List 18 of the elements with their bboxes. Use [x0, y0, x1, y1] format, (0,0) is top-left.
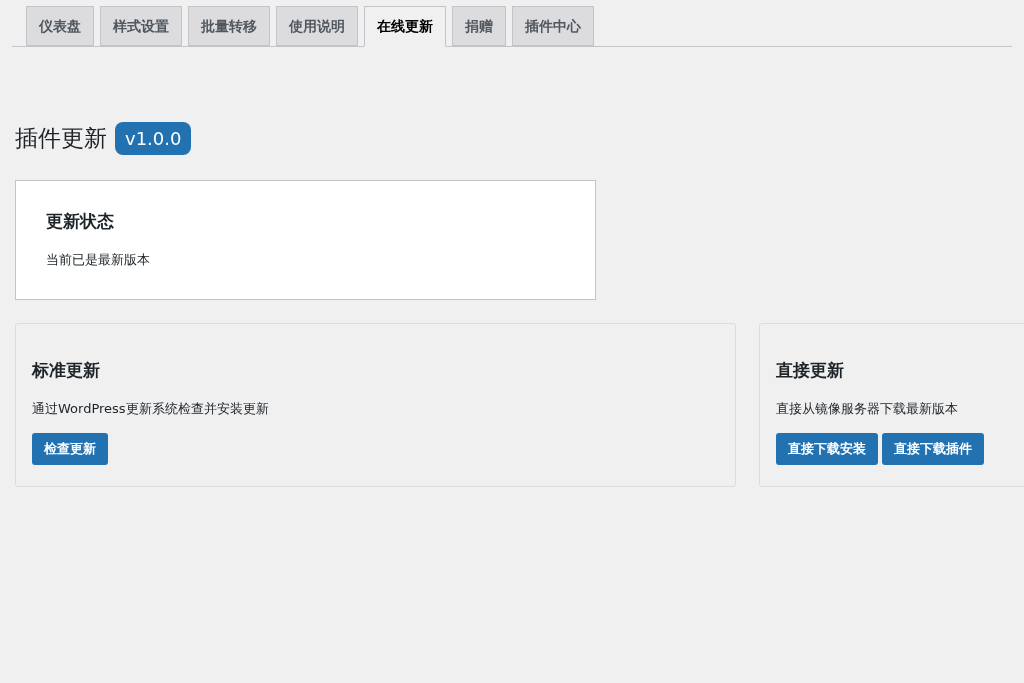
card-title: 标准更新: [32, 358, 101, 382]
tab[interactable]: 插件中心: [512, 6, 594, 46]
page-title: 插件更新: [15, 124, 107, 153]
tab[interactable]: 仪表盘: [26, 6, 94, 46]
card-description: 直接从镜像服务器下载最新版本: [776, 400, 959, 418]
tab[interactable]: 在线更新: [364, 6, 446, 47]
tab[interactable]: 批量转移: [188, 6, 270, 46]
tab[interactable]: 捐赠: [452, 6, 506, 46]
update-button[interactable]: 直接下载安装: [776, 432, 878, 465]
status-text: 当前已是最新版本: [46, 251, 151, 269]
version-badge: v1.0.0: [115, 121, 192, 155]
card-description: 通过WordPress更新系统检查并安装更新: [32, 400, 270, 418]
update-button[interactable]: 直接下载插件: [882, 432, 984, 465]
card-title: 更新状态: [46, 209, 115, 233]
card-title: 直接更新: [776, 358, 845, 382]
update-button[interactable]: 检查更新: [32, 432, 108, 465]
tab[interactable]: 样式设置: [100, 6, 182, 46]
tab[interactable]: 使用说明: [276, 6, 358, 46]
